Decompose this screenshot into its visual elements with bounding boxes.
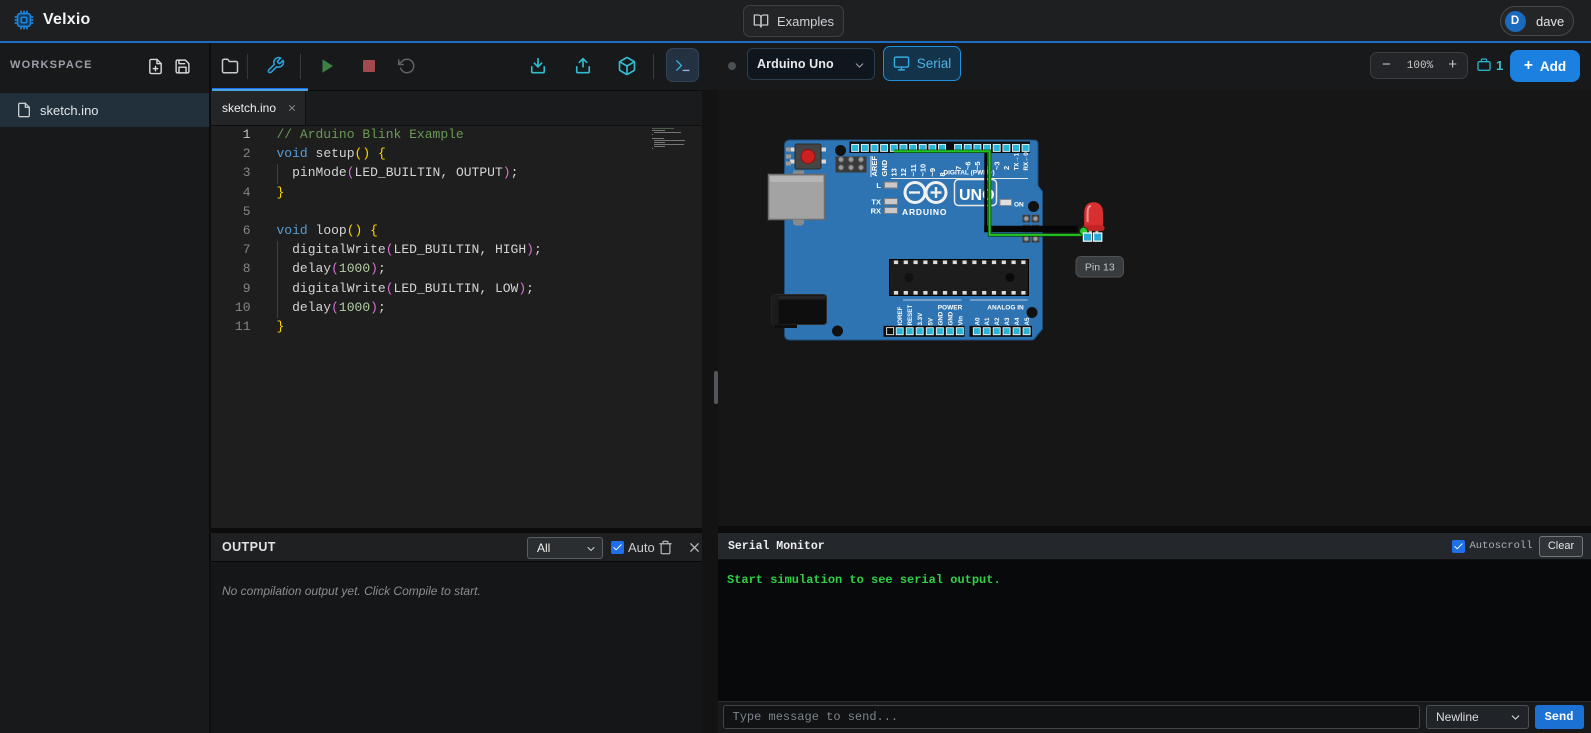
svg-text:ANALOG IN: ANALOG IN <box>987 305 1024 312</box>
svg-text:~11: ~11 <box>909 164 918 176</box>
svg-text:~10: ~10 <box>918 164 927 177</box>
svg-text:Pin 13: Pin 13 <box>1085 262 1115 274</box>
svg-text:RESET: RESET <box>907 305 914 326</box>
svg-text:POWER: POWER <box>938 305 963 312</box>
svg-text:A2: A2 <box>994 317 1001 325</box>
svg-text:3.3V: 3.3V <box>917 312 924 326</box>
svg-text:RX←0: RX←0 <box>1023 152 1030 171</box>
svg-text:GND: GND <box>937 311 944 325</box>
svg-text:A4: A4 <box>1014 317 1021 325</box>
svg-text:A5: A5 <box>1024 317 1031 325</box>
svg-text:A0: A0 <box>974 317 981 325</box>
svg-text:ON: ON <box>1014 202 1024 209</box>
svg-text:~9: ~9 <box>928 168 937 177</box>
svg-text:13: 13 <box>890 168 899 176</box>
svg-text:2: 2 <box>1002 166 1011 170</box>
svg-text:A3: A3 <box>1004 317 1011 325</box>
svg-text:RX: RX <box>871 207 881 216</box>
svg-text:L: L <box>876 181 881 190</box>
svg-text:IOREF: IOREF <box>897 306 904 325</box>
svg-text:GND: GND <box>947 311 954 325</box>
svg-text:GND: GND <box>880 159 889 176</box>
svg-text:TX: TX <box>871 198 881 207</box>
svg-text:12: 12 <box>899 168 908 176</box>
svg-text:A1: A1 <box>984 317 991 325</box>
svg-text:AREF: AREF <box>870 156 879 177</box>
svg-text:Vin: Vin <box>957 316 964 326</box>
svg-text:TX→1: TX→1 <box>1014 152 1021 170</box>
svg-text:ARDUINO: ARDUINO <box>902 207 947 217</box>
svg-text:5V: 5V <box>927 317 934 325</box>
